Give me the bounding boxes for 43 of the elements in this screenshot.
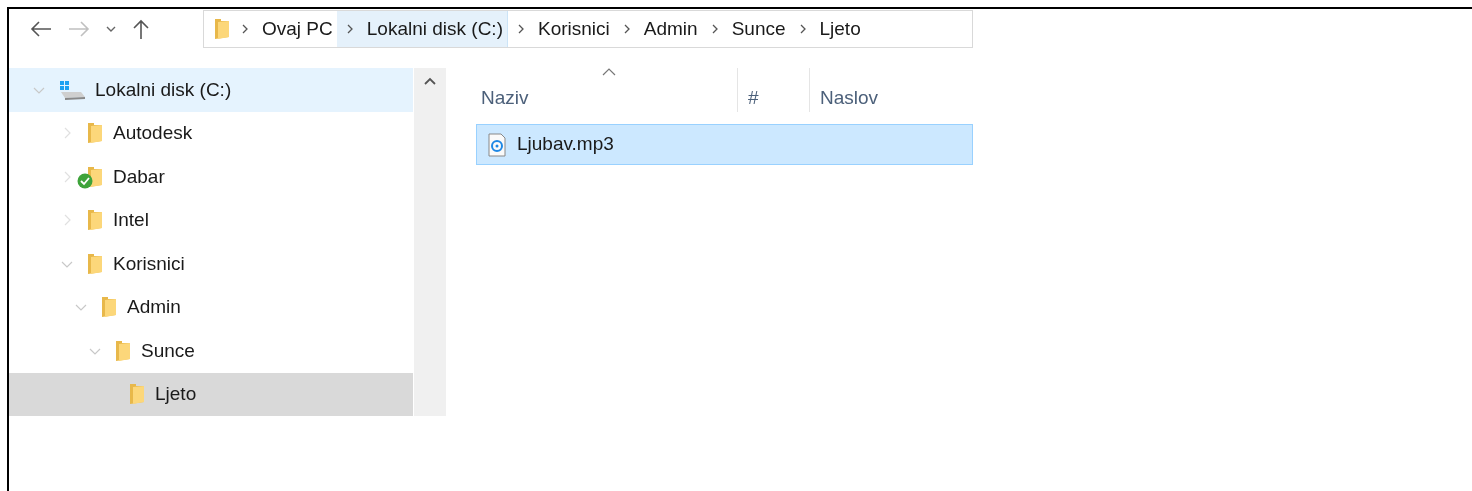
tree-item[interactable]: Sunce xyxy=(9,329,413,373)
column-header[interactable]: # xyxy=(738,68,810,112)
tree-item-label: Autodesk xyxy=(113,121,193,145)
sort-ascending-icon xyxy=(602,68,616,76)
folder-icon xyxy=(85,208,105,233)
folder-icon xyxy=(212,17,232,41)
file-row[interactable]: Ljubav.mp3 xyxy=(476,124,973,165)
breadcrumb-item[interactable]: Korisnici xyxy=(533,11,614,47)
tree-item-label: Lokalni disk (C:) xyxy=(95,77,232,102)
tree-item-label: Sunce xyxy=(141,338,195,363)
back-icon[interactable] xyxy=(29,19,53,39)
column-header[interactable]: Naslov xyxy=(810,68,879,112)
address-bar[interactable]: Ovaj PC Lokalni disk (C:) Korisnici Admin Sunce Ljeto xyxy=(203,10,973,48)
tree-item[interactable]: Intel xyxy=(9,198,413,242)
tree-item[interactable]: Ljeto xyxy=(9,372,413,416)
folder-icon xyxy=(99,295,119,320)
tree-item-label: Korisnici xyxy=(113,251,185,276)
breadcrumb-item[interactable]: Sunce xyxy=(727,11,790,47)
breadcrumb-item[interactable]: Ovaj PC xyxy=(258,11,337,47)
tree-item[interactable]: Korisnici xyxy=(9,242,413,286)
folder-icon xyxy=(127,382,147,407)
folder-icon xyxy=(113,338,133,363)
folder-icon xyxy=(85,251,105,276)
chevron-right-icon[interactable] xyxy=(336,11,363,47)
dropdown-icon[interactable] xyxy=(105,24,117,34)
audio-file-icon xyxy=(487,132,507,157)
breadcrumb-item[interactable]: Lokalni disk (C:) xyxy=(362,11,508,47)
scroll-up-icon[interactable] xyxy=(423,76,437,86)
tree-item-label: Admin xyxy=(127,295,181,319)
breadcrumb-item[interactable]: Admin xyxy=(639,11,702,47)
drive-icon xyxy=(57,78,87,101)
tree-item-label: Intel xyxy=(113,208,149,232)
breadcrumb-item[interactable]: Ljeto xyxy=(815,11,865,47)
tree-item-label: Ljeto xyxy=(155,382,197,406)
folder-icon xyxy=(85,121,105,146)
tree-item[interactable]: Lokalni disk (C:) xyxy=(9,68,413,112)
up-arrow-icon[interactable] xyxy=(131,18,151,40)
tree-item[interactable]: Autodesk xyxy=(9,111,413,155)
tree-item[interactable]: Dabar xyxy=(9,155,413,199)
tree-item-label: Dabar xyxy=(113,164,165,189)
column-header[interactable]: Naziv xyxy=(476,68,738,112)
scrollbar[interactable] xyxy=(414,68,446,416)
tree-item[interactable]: Admin xyxy=(9,285,413,329)
